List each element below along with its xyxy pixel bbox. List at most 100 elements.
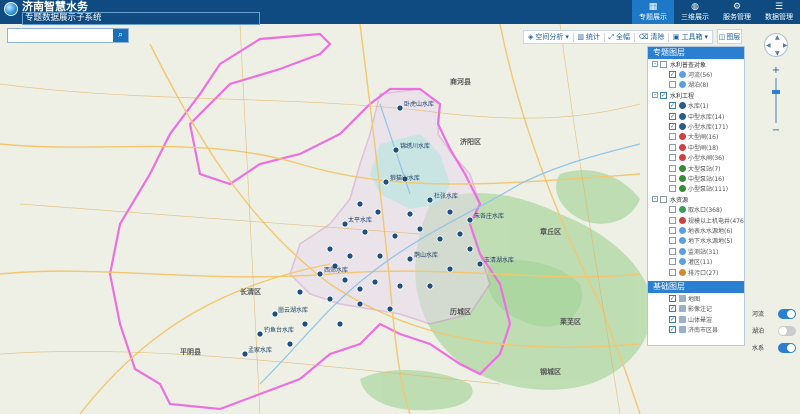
layer-checkbox[interactable] <box>669 247 676 255</box>
layer-item[interactable]: 规模以上机电井(4764) <box>648 215 744 225</box>
layer-label: 地图 <box>688 295 701 303</box>
layer-checkbox[interactable]: ✓ <box>669 326 676 334</box>
district-label: 章丘区 <box>540 227 561 236</box>
collapse-icon[interactable]: - <box>652 61 658 68</box>
layer-item[interactable]: 小型水闸(36) <box>648 153 744 163</box>
layer-item[interactable]: 大型泵站(7) <box>648 163 744 173</box>
toggle-label: 湖泊 <box>752 328 765 335</box>
zoom-in-button[interactable]: + <box>771 66 781 76</box>
layer-checkbox[interactable]: ✓ <box>669 112 676 120</box>
layer-item[interactable]: ✓ 中型水库(14) <box>648 111 744 121</box>
globe-icon: ◍ <box>691 2 699 12</box>
layer-item[interactable]: 地表水水源地(6) <box>648 225 744 235</box>
layer-symbol-icon <box>679 237 686 245</box>
layer-checkbox[interactable]: ✓ <box>669 102 676 110</box>
layer-item[interactable]: 中型泵站(16) <box>648 173 744 183</box>
nav-item-3d[interactable]: ◍ 三维展示 <box>674 0 716 24</box>
layer-item[interactable]: 监测站(31) <box>648 246 744 256</box>
layer-checkbox[interactable] <box>660 60 667 68</box>
clear-icon: ⌫ <box>638 33 649 41</box>
nav-item-service[interactable]: ⚙ 服务管理 <box>716 0 758 24</box>
layer-checkbox[interactable] <box>669 206 676 214</box>
layer-group[interactable]: - 水利普查对象 <box>648 59 744 69</box>
layer-checkbox[interactable]: ✓ <box>669 123 676 131</box>
clear-button[interactable]: ⌫ 清除 <box>635 32 669 42</box>
water-toggles: 河流 湖泊 水系 <box>752 305 796 356</box>
map-label: 鹊山水库 <box>414 251 438 259</box>
zoom-out-button[interactable]: − <box>771 126 781 136</box>
toggle-switch[interactable] <box>778 342 796 353</box>
layer-item[interactable]: 中型闸(18) <box>648 142 744 152</box>
layer-toggle-button[interactable]: ◫ 图层 <box>717 29 742 44</box>
layer-label: 水库(1) <box>688 103 709 111</box>
map-label: 朱各庄水库 <box>474 212 504 220</box>
layer-checkbox[interactable] <box>669 174 676 182</box>
layer-item[interactable]: 湖泊(8) <box>648 80 744 90</box>
spatial-analysis-button[interactable]: ◈ 空间分析 ▾ <box>524 32 573 42</box>
search-button[interactable]: ⌕ <box>113 29 128 42</box>
toggle-label: 河流 <box>752 311 765 318</box>
toolbar-label: 空间分析 <box>535 33 564 41</box>
layer-checkbox[interactable] <box>669 237 676 245</box>
layer-item[interactable]: ✓ 小型水库(171) <box>648 121 744 131</box>
layer-checkbox[interactable] <box>669 226 676 234</box>
layer-checkbox[interactable] <box>660 195 667 203</box>
collapse-icon[interactable]: - <box>652 196 658 203</box>
layer-label: 济南市区县 <box>688 327 719 335</box>
layer-checkbox[interactable]: ✓ <box>669 71 676 79</box>
full-extent-button[interactable]: ⤢ 全幅 <box>604 32 634 42</box>
layer-checkbox[interactable]: ✓ <box>669 294 676 302</box>
layer-item[interactable]: 灌区(11) <box>648 256 744 266</box>
layer-item[interactable]: 排污口(27) <box>648 267 744 277</box>
layer-item[interactable]: 小型泵站(111) <box>648 184 744 194</box>
search-input[interactable] <box>8 29 112 42</box>
layer-checkbox[interactable]: ✓ <box>669 315 676 323</box>
layer-checkbox[interactable] <box>669 164 676 172</box>
layer-checkbox[interactable] <box>669 258 676 266</box>
layer-item[interactable]: 大型闸(16) <box>648 132 744 142</box>
layer-checkbox[interactable]: ✓ <box>660 91 667 99</box>
layer-checkbox[interactable] <box>669 216 676 224</box>
toolbar-label: 工具箱 <box>681 33 703 41</box>
layer-checkbox[interactable] <box>669 154 676 162</box>
toggle-switch[interactable] <box>778 325 796 336</box>
pan-compass[interactable]: ▲ ▼ ◀ ▶ <box>764 33 788 57</box>
zoom-slider-handle[interactable] <box>772 90 780 94</box>
nav-item-data[interactable]: ☰ 数据管理 <box>758 0 800 24</box>
layer-checkbox[interactable]: ✓ <box>669 305 676 313</box>
layer-item[interactable]: 取水口(368) <box>648 204 744 214</box>
layer-group[interactable]: - 水资源 <box>648 194 744 204</box>
toggle-switch[interactable] <box>778 308 796 319</box>
grid-icon: ▦ <box>648 2 658 12</box>
layer-item[interactable]: ✓ 河流(56) <box>648 69 744 79</box>
layer-checkbox[interactable] <box>669 81 676 89</box>
layer-symbol-icon <box>679 71 686 79</box>
layer-item[interactable]: ✓ 水库(1) <box>648 101 744 111</box>
pan-left-icon[interactable]: ◀ <box>766 42 771 49</box>
layer-group[interactable]: - ✓ 水利工程 <box>648 90 744 100</box>
layer-item[interactable]: 地下水水源地(5) <box>648 236 744 246</box>
collapse-icon[interactable]: - <box>652 92 658 99</box>
layer-checkbox[interactable] <box>669 268 676 276</box>
toggle-river[interactable]: 河流 <box>752 305 796 322</box>
pan-right-icon[interactable]: ▶ <box>783 42 788 49</box>
page-icon <box>679 315 686 323</box>
stats-button[interactable]: ▥ 统计 <box>573 32 604 42</box>
layer-checkbox[interactable] <box>669 143 676 151</box>
nav-item-topic[interactable]: ▦ 专题展示 <box>632 0 674 24</box>
layer-label: 水利工程 <box>670 92 695 100</box>
thematic-layer-list: - 水利普查对象 ✓ 河流(56) 湖泊(8) - ✓ 水利工程 ✓ 水库(1) ✓ 中型水库(14)… <box>648 59 744 277</box>
base-layer-item[interactable]: ✓ 影像注记 <box>648 304 744 314</box>
base-layer-item[interactable]: ✓ 地图 <box>648 293 744 303</box>
pan-down-icon[interactable]: ▼ <box>775 50 780 57</box>
toggle-water[interactable]: 水系 <box>752 339 796 356</box>
zoom-slider[interactable] <box>775 78 777 123</box>
layer-checkbox[interactable] <box>669 185 676 193</box>
base-layer-item[interactable]: ✓ 济南市区县 <box>648 324 744 334</box>
toolbox-button[interactable]: ▣ 工具箱 ▾ <box>669 32 712 42</box>
pan-up-icon[interactable]: ▲ <box>775 34 780 41</box>
toggle-lake[interactable]: 湖泊 <box>752 322 796 339</box>
nav-label: 专题展示 <box>639 13 667 21</box>
layer-checkbox[interactable] <box>669 133 676 141</box>
base-layer-item[interactable]: ✓ 山体晕渲 <box>648 314 744 324</box>
